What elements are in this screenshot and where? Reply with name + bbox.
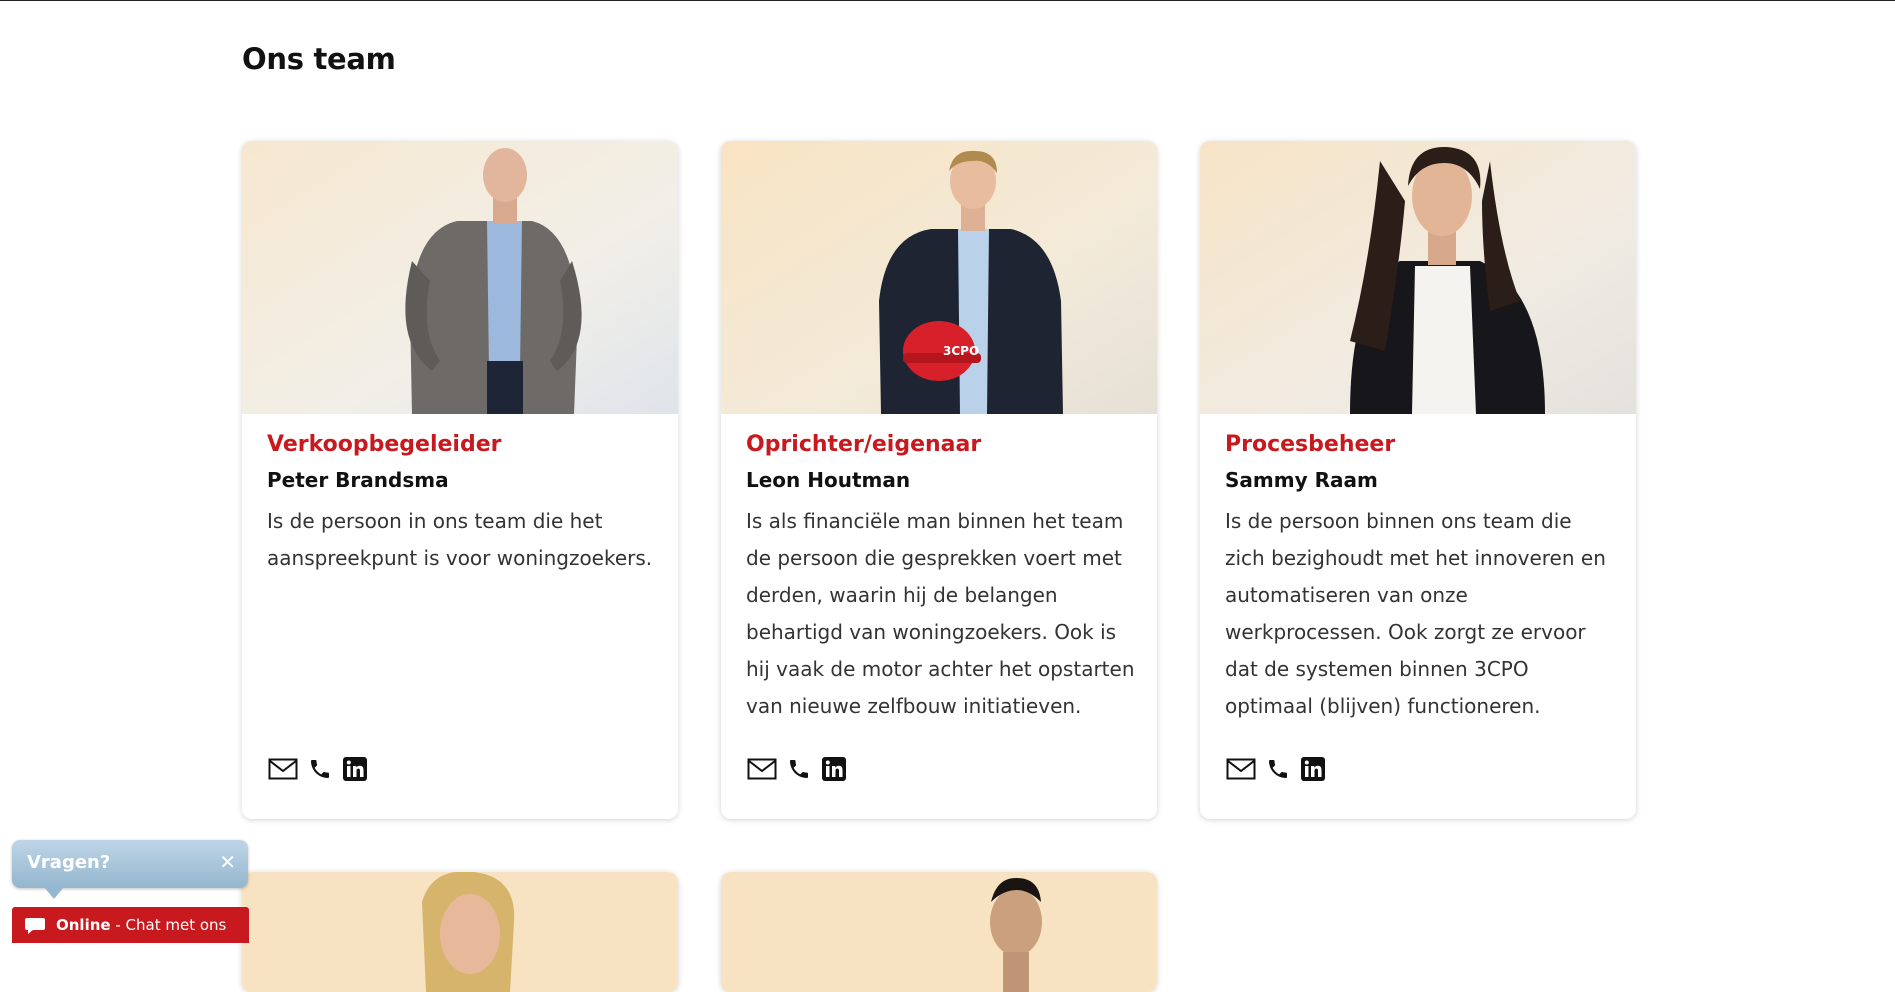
linkedin-icon[interactable] (342, 756, 368, 782)
chat-button-text: Online - Chat met ons (56, 916, 226, 934)
top-border (0, 0, 1895, 1)
team-photo-row2-1 (242, 872, 678, 992)
team-photo-row2-2 (721, 872, 1157, 992)
team-description: Is de persoon in ons team die het aanspr… (267, 509, 653, 570)
mail-icon[interactable] (268, 758, 298, 780)
chat-button[interactable]: Online - Chat met ons (12, 907, 249, 943)
chat-prompt-bubble[interactable]: Vragen? ✕ (12, 840, 248, 888)
mail-icon[interactable] (747, 758, 777, 780)
chat-action: - Chat met ons (110, 916, 227, 934)
team-photo-peter (242, 141, 678, 414)
team-role: Oprichter/eigenaar (746, 432, 982, 457)
team-description: Is als financiële man binnen het team de… (746, 509, 1135, 718)
team-card-sammy: Procesbeheer Sammy Raam Is de persoon bi… (1200, 141, 1636, 819)
team-name: Leon Houtman (746, 468, 911, 492)
team-role: Procesbeheer (1225, 432, 1396, 457)
team-name: Sammy Raam (1225, 468, 1378, 492)
chat-status: Online (56, 916, 111, 934)
team-card-row2-1 (242, 872, 678, 992)
contact-icons (268, 756, 368, 782)
team-card-peter: Verkoopbegeleider Peter Brandsma Is de p… (242, 141, 678, 819)
team-role: Verkoopbegeleider (267, 432, 502, 457)
mail-icon[interactable] (1226, 758, 1256, 780)
chat-icon (24, 917, 46, 935)
chat-prompt-label: Vragen? (27, 852, 111, 873)
team-photo-leon: 3CPO (721, 141, 1157, 414)
team-description: Is de persoon binnen ons team die zich b… (1225, 509, 1606, 718)
linkedin-icon[interactable] (1300, 756, 1326, 782)
section-title: Ons team (242, 42, 396, 76)
phone-icon[interactable] (308, 757, 332, 781)
phone-icon[interactable] (787, 757, 811, 781)
team-name: Peter Brandsma (267, 468, 449, 492)
team-photo-sammy (1200, 141, 1636, 414)
contact-icons (747, 756, 847, 782)
contact-icons (1226, 756, 1326, 782)
chat-bubble-tail (44, 887, 64, 899)
team-card-row2-2 (721, 872, 1157, 992)
linkedin-icon[interactable] (821, 756, 847, 782)
phone-icon[interactable] (1266, 757, 1290, 781)
svg-text:3CPO: 3CPO (943, 344, 979, 358)
team-card-leon: 3CPO Oprichter/eigenaar Leon Houtman Is … (721, 141, 1157, 819)
helmet-logo: 3CPO (943, 344, 979, 358)
close-icon[interactable]: ✕ (219, 850, 236, 874)
